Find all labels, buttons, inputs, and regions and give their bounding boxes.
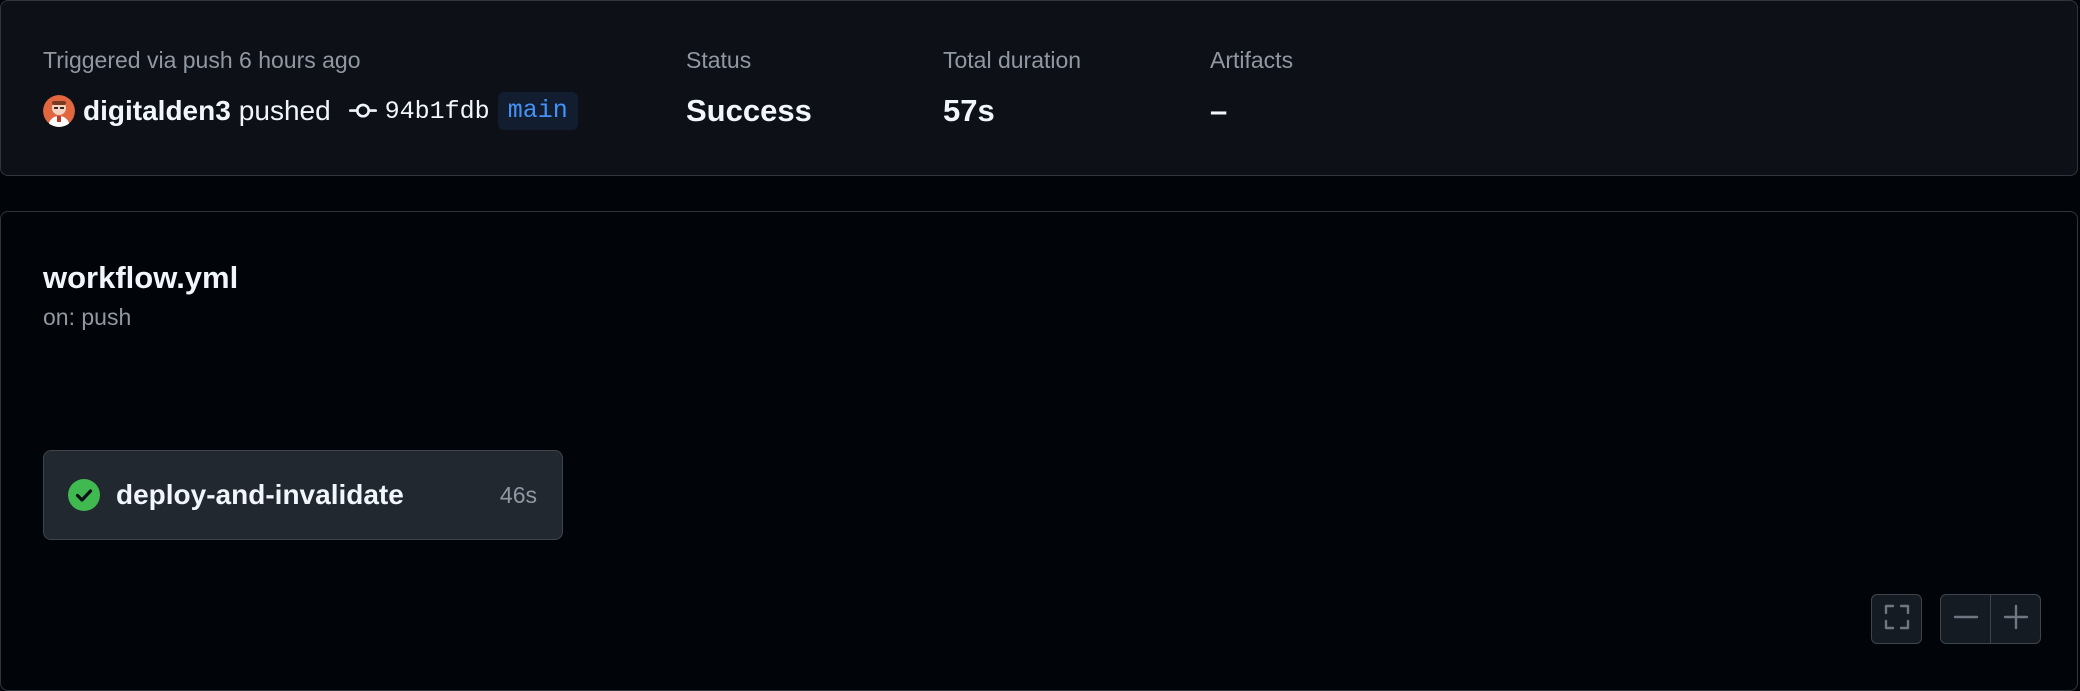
job-name: deploy-and-invalidate xyxy=(116,479,404,510)
duration-label: Total duration xyxy=(943,47,1082,73)
trigger-column: Triggered via push 6 hours ago digitalde… xyxy=(43,45,578,131)
status-label: Status xyxy=(686,47,752,73)
action-text: pushed xyxy=(238,95,331,126)
zoom-controls xyxy=(1940,594,2041,644)
run-summary-panel: Triggered via push 6 hours ago digitalde… xyxy=(0,0,2078,176)
trigger-label: Triggered via push 6 hours ago xyxy=(43,47,361,73)
screen-full-icon xyxy=(1883,603,1911,636)
trigger-details: digitalden3 pushed 94b1fdb main xyxy=(43,91,578,131)
job-card[interactable]: deploy-and-invalidate 46s xyxy=(43,450,563,540)
zoom-in-button[interactable] xyxy=(1990,594,2041,644)
workflow-file-name: workflow.yml xyxy=(43,260,239,295)
actor-link[interactable]: digitalden3 xyxy=(83,95,231,127)
artifacts-column: Artifacts – xyxy=(1210,45,1293,129)
artifacts-value: – xyxy=(1210,93,1228,128)
dash-icon xyxy=(1953,604,1979,635)
artifacts-label: Artifacts xyxy=(1210,47,1294,73)
status-column: Status Success xyxy=(686,45,812,129)
workflow-trigger: on: push xyxy=(43,304,132,330)
status-value: Success xyxy=(686,93,812,128)
workflow-graph-panel: workflow.yml on: push deploy-and-invalid… xyxy=(0,211,2078,691)
duration-column: Total duration 57s xyxy=(943,45,1081,129)
job-duration: 46s xyxy=(499,481,537,508)
commit-sha-link[interactable]: 94b1fdb xyxy=(385,97,490,126)
plus-icon xyxy=(2003,604,2029,635)
duration-value: 57s xyxy=(943,93,995,128)
branch-label[interactable]: main xyxy=(497,92,578,130)
avatar[interactable] xyxy=(43,95,75,127)
check-circle-fill-icon xyxy=(68,479,100,511)
fullscreen-button[interactable] xyxy=(1871,594,1922,644)
git-commit-icon xyxy=(348,97,377,125)
zoom-out-button[interactable] xyxy=(1940,594,1991,644)
